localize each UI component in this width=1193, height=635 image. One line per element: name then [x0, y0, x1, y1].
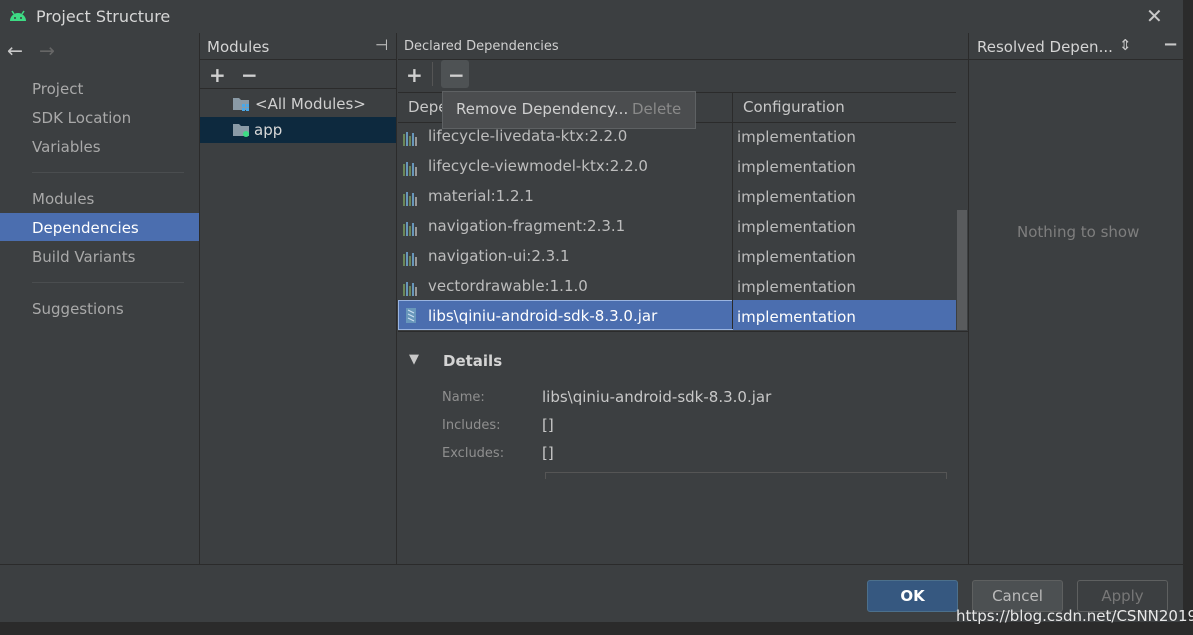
dependency-config: implementation	[737, 308, 856, 326]
module-selection	[200, 117, 396, 143]
header-divider	[398, 59, 968, 60]
android-icon	[10, 10, 26, 21]
details-includes-value: []	[542, 416, 554, 434]
dependency-config: implementation	[737, 278, 856, 296]
collapse-triangle-icon[interactable]: ▼	[409, 352, 419, 367]
ok-button[interactable]: OK	[867, 580, 958, 612]
dependency-name: navigation-ui:2.3.1	[428, 247, 570, 265]
minimize-panel-icon[interactable]: −	[1163, 34, 1178, 55]
title-bar	[0, 0, 1193, 33]
details-excludes-value: []	[542, 444, 554, 462]
details-includes-label: Includes:	[442, 418, 501, 433]
column-header-configuration[interactable]: Configuration	[743, 98, 845, 116]
back-arrow-icon[interactable]: ←	[7, 40, 23, 62]
all-modules-folder-icon	[233, 98, 249, 111]
dependency-name: vectordrawable:1.1.0	[428, 277, 588, 295]
add-module-icon[interactable]: +	[209, 63, 226, 87]
popup-shortcut: Delete	[632, 100, 682, 118]
toolbar-separator	[432, 62, 433, 86]
details-divider	[398, 331, 968, 332]
dependency-name: libs\qiniu-android-sdk-8.3.0.jar	[428, 307, 658, 325]
empty-state-text: Nothing to show	[1017, 223, 1140, 241]
table-scrollbar[interactable]	[957, 210, 967, 330]
column-separator	[732, 92, 733, 329]
dependency-config: implementation	[737, 158, 856, 176]
sidebar-divider	[32, 282, 184, 283]
module-item-all[interactable]: <All Modules>	[255, 95, 366, 113]
jar-file-icon	[406, 308, 416, 323]
watermark-text: https://blog.csdn.net/CSNN2019	[956, 607, 1193, 625]
popup-action[interactable]: Remove Dependency...	[456, 100, 628, 118]
remove-dependency-icon[interactable]: −	[448, 63, 465, 87]
dependency-name: lifecycle-livedata-ktx:2.2.0	[428, 127, 628, 145]
expand-collapse-icon[interactable]: ⇕	[1119, 36, 1132, 54]
add-dependency-icon[interactable]: +	[406, 63, 423, 87]
details-name-value: libs\qiniu-android-sdk-8.3.0.jar	[542, 388, 772, 406]
window-title: Project Structure	[36, 7, 171, 26]
collapse-icon[interactable]: ⊣	[375, 36, 388, 54]
sidebar-item-modules[interactable]: Modules	[32, 190, 94, 208]
module-item-app[interactable]: app	[254, 121, 282, 139]
dependency-config: implementation	[737, 128, 856, 146]
library-icon	[403, 218, 419, 236]
library-icon	[403, 188, 419, 206]
dependency-config: implementation	[737, 248, 856, 266]
background-window-edge	[1183, 0, 1193, 635]
sidebar-item-suggestions[interactable]: Suggestions	[32, 300, 124, 318]
sidebar-divider	[32, 172, 184, 173]
header-divider	[200, 59, 396, 60]
library-icon	[403, 278, 419, 296]
dependency-config: implementation	[737, 218, 856, 236]
library-icon	[403, 248, 419, 266]
close-icon[interactable]: ✕	[1146, 4, 1163, 28]
details-scroll-edge	[545, 472, 947, 479]
resolved-dependencies-panel	[969, 33, 1183, 564]
dependency-config: implementation	[737, 188, 856, 206]
library-icon	[403, 128, 419, 146]
forward-arrow-icon[interactable]: →	[39, 40, 55, 62]
remove-module-icon[interactable]: −	[241, 63, 258, 87]
sidebar-item-build-variants[interactable]: Build Variants	[32, 248, 135, 266]
details-excludes-label: Excludes:	[442, 446, 505, 461]
module-folder-icon	[233, 124, 249, 137]
modules-header: Modules	[207, 38, 270, 56]
sidebar-item-sdk-location[interactable]: SDK Location	[32, 109, 131, 127]
sidebar-item-variables[interactable]: Variables	[32, 138, 101, 156]
header-divider	[969, 59, 1183, 60]
dependency-name: lifecycle-viewmodel-ktx:2.2.0	[428, 157, 648, 175]
details-title: Details	[443, 352, 503, 370]
dependency-name: material:1.2.1	[428, 187, 534, 205]
resolved-header: Resolved Depen...	[977, 38, 1113, 56]
sidebar-item-dependencies[interactable]: Dependencies	[32, 219, 139, 237]
library-icon	[403, 158, 419, 176]
sidebar-item-project[interactable]: Project	[32, 80, 83, 98]
dependency-name: navigation-fragment:2.3.1	[428, 217, 626, 235]
toolbar-divider	[200, 88, 396, 89]
details-name-label: Name:	[442, 390, 485, 405]
declared-header: Declared Dependencies	[404, 39, 559, 54]
